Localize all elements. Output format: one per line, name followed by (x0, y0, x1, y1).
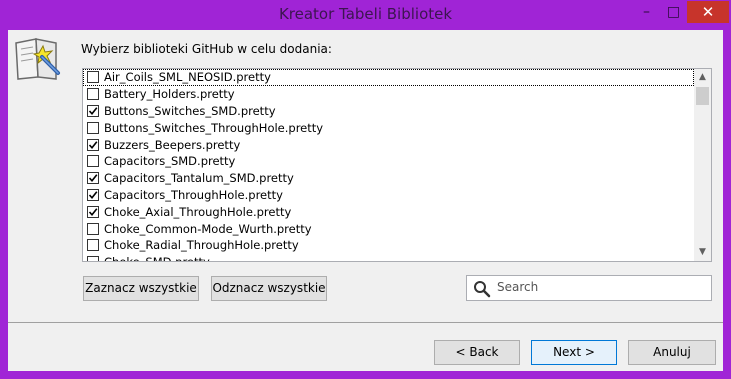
checkbox-unchecked[interactable] (87, 222, 99, 235)
library-name: Buzzers_Beepers.pretty (104, 137, 241, 152)
close-button[interactable]: ✕ (687, 1, 729, 23)
next-button[interactable]: Next > (531, 340, 617, 365)
library-row[interactable]: Choke_Radial_ThroughHole.pretty (83, 237, 694, 254)
scroll-up-arrow-icon[interactable]: ▲ (694, 69, 711, 86)
library-name: Choke_Radial_ThroughHole.pretty (104, 238, 299, 253)
minimize-button[interactable]: – (633, 1, 660, 23)
library-rows: Air_Coils_SML_NEOSID.pretty Battery_Holde… (83, 69, 694, 261)
library-row[interactable]: Choke_Axial_ThroughHole.pretty (83, 203, 694, 220)
checkbox-unchecked[interactable] (87, 155, 99, 168)
library-name: Buttons_Switches_ThroughHole.pretty (104, 120, 324, 135)
library-name: Choke_Common-Mode_Wurth.pretty (104, 221, 312, 236)
library-row[interactable]: Capacitors_SMD.pretty (83, 153, 694, 170)
library-name: Air_Coils_SML_NEOSID.pretty (104, 70, 271, 85)
library-name: Capacitors_SMD.pretty (104, 154, 236, 169)
checkbox-unchecked[interactable] (87, 256, 99, 261)
library-row[interactable]: Air_Coils_SML_NEOSID.pretty (83, 69, 694, 86)
library-name: Capacitors_ThroughHole.pretty (104, 187, 283, 202)
instruction-label: Wybierz biblioteki GitHub w celu dodania… (81, 42, 332, 56)
checkmark-icon (88, 140, 98, 149)
checkbox-unchecked[interactable] (87, 71, 99, 84)
wizard-page: Wybierz biblioteki GitHub w celu dodania… (8, 30, 723, 371)
back-button[interactable]: < Back (434, 340, 520, 365)
checkbox-checked[interactable] (87, 188, 99, 201)
checkbox-checked[interactable] (87, 172, 99, 185)
checkmark-icon (88, 208, 98, 216)
checkbox-checked[interactable] (87, 104, 99, 117)
library-row[interactable]: Choke_SMD.pretty (83, 254, 694, 261)
checkbox-checked[interactable] (87, 205, 99, 218)
select-all-button[interactable]: Zaznacz wszystkie (83, 276, 199, 301)
footer-separator (8, 322, 723, 323)
library-row[interactable]: Capacitors_ThroughHole.pretty (83, 187, 694, 204)
title-bar[interactable]: Kreator Tabeli Bibliotek – □ ✕ (0, 0, 731, 30)
library-checklist[interactable]: Air_Coils_SML_NEOSID.pretty Battery_Holde… (82, 68, 712, 262)
checkmark-icon (88, 191, 98, 200)
search-input[interactable]: Search (466, 275, 712, 301)
scroll-down-arrow-icon[interactable]: ▼ (694, 244, 711, 261)
wizard-window: Kreator Tabeli Bibliotek – □ ✕ Wybierz b… (0, 0, 731, 379)
library-row[interactable]: Battery_Holders.pretty (83, 86, 694, 103)
cancel-button[interactable]: Anuluj (628, 340, 716, 365)
library-row[interactable]: Buttons_Switches_ThroughHole.pretty (83, 119, 694, 136)
library-name: Choke_SMD.pretty (104, 255, 210, 261)
library-row[interactable]: Choke_Common-Mode_Wurth.pretty (83, 220, 694, 237)
vertical-scrollbar[interactable]: ▲ ▼ (694, 69, 711, 261)
scrollbar-thumb[interactable] (696, 87, 709, 105)
library-name: Buttons_Switches_SMD.pretty (104, 103, 276, 118)
library-row[interactable]: Buzzers_Beepers.pretty (83, 136, 694, 153)
checkbox-unchecked[interactable] (87, 239, 99, 252)
deselect-all-button[interactable]: Odznacz wszystkie (211, 276, 327, 301)
checkmark-icon (88, 174, 98, 183)
library-row[interactable]: Buttons_Switches_SMD.pretty (83, 103, 694, 120)
checkbox-checked[interactable] (87, 138, 99, 151)
maximize-button[interactable]: □ (660, 1, 687, 23)
window-title: Kreator Tabeli Bibliotek (278, 5, 453, 23)
checkbox-unchecked[interactable] (87, 88, 99, 101)
search-icon (474, 281, 491, 298)
search-placeholder: Search (497, 280, 539, 294)
checkmark-icon (88, 107, 98, 116)
library-name: Capacitors_Tantalum_SMD.pretty (104, 171, 294, 186)
library-wizard-icon (12, 33, 64, 85)
library-name: Choke_Axial_ThroughHole.pretty (104, 204, 292, 219)
checkbox-unchecked[interactable] (87, 121, 99, 134)
library-row[interactable]: Capacitors_Tantalum_SMD.pretty (83, 170, 694, 187)
library-name: Battery_Holders.pretty (104, 87, 235, 102)
